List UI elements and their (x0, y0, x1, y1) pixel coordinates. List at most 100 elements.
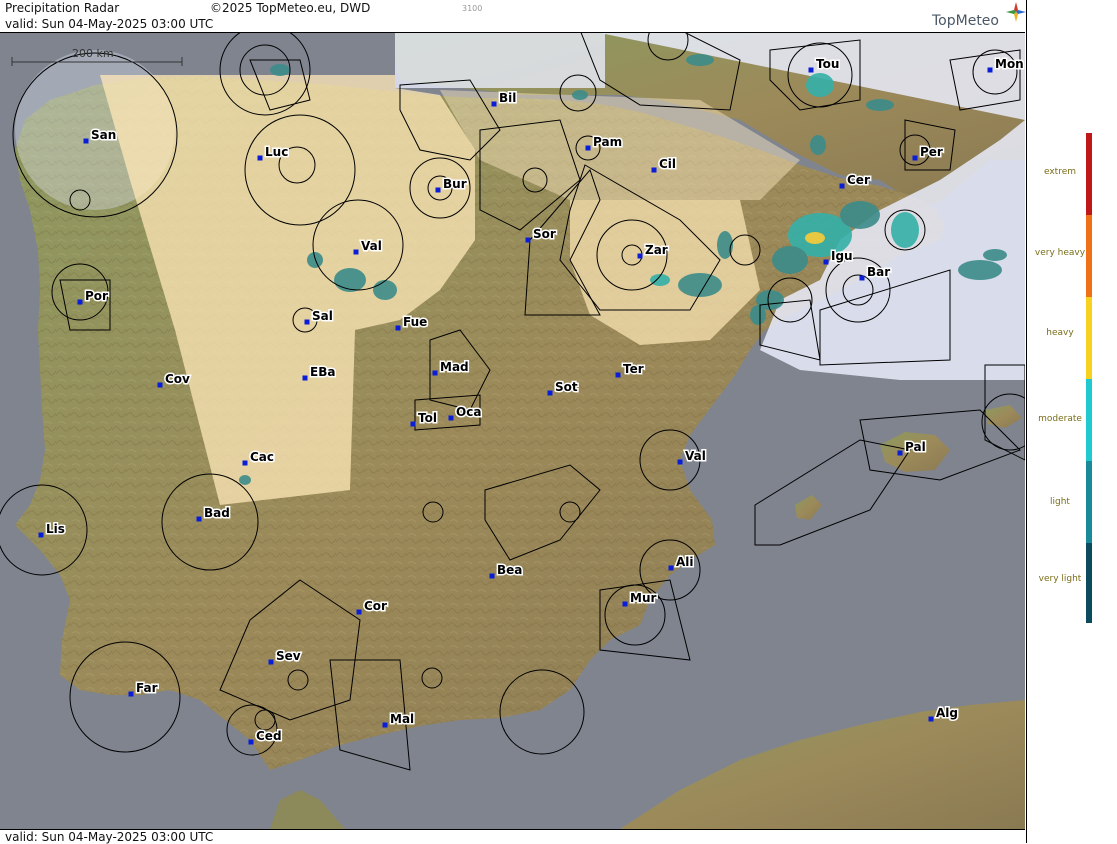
city-label-sor: Sor (533, 227, 556, 241)
station-marker (859, 275, 865, 281)
city-label-cer: Cer (847, 173, 870, 187)
city-label-mon: Mon (995, 57, 1024, 71)
station-marker (622, 601, 628, 607)
station-marker (839, 183, 845, 189)
station-marker (585, 145, 591, 151)
station-marker (128, 691, 134, 697)
station-marker (637, 253, 643, 259)
city-label-ter: Ter (623, 362, 644, 376)
station-marker (651, 167, 657, 173)
city-label-cor: Cor (364, 599, 387, 613)
station-marker (157, 382, 163, 388)
city-label-val: Val (685, 449, 706, 463)
city-label-bea: Bea (497, 563, 522, 577)
city-label-lis: Lis (46, 522, 65, 536)
city-label-bur: Bur (443, 177, 467, 191)
station-marker (823, 259, 829, 265)
city-label-ali: Ali (676, 555, 694, 569)
city-label-zar: Zar (645, 243, 668, 257)
station-marker (448, 415, 454, 421)
city-label-sal: Sal (312, 309, 333, 323)
city-label-val: Val (361, 239, 382, 253)
city-label-fue: Fue (403, 315, 427, 329)
station-marker (615, 372, 621, 378)
city-label-sev: Sev (276, 649, 301, 663)
city-label-eba: EBa (310, 365, 335, 379)
scale-bar-label: 200 km (72, 47, 114, 60)
station-marker (353, 249, 359, 255)
radar-coverage-top (395, 33, 605, 88)
station-marker (302, 375, 308, 381)
legend-label-extrem: extrem (1043, 167, 1077, 177)
city-label-oca: Oca (456, 405, 481, 419)
map-canvas: 200 km SanSanLucLucBilBilPamPamTouTou Mon… (0, 33, 1025, 829)
station-marker (525, 237, 531, 243)
city-label-san: San (91, 128, 116, 142)
brand-logo: TopMeteo (932, 13, 999, 29)
city-label-mad: Mad (440, 360, 469, 374)
map-title: Precipitation Radar (5, 1, 120, 15)
station-marker (435, 187, 441, 193)
city-label-bar: Bar (867, 265, 890, 279)
footer-valid-time: valid: Sun 04-May-2025 03:00 UTC (5, 830, 214, 844)
city-label-sot: Sot (555, 380, 578, 394)
map-code: 3100 (462, 4, 483, 13)
station-marker (808, 67, 814, 73)
city-label-tol: Tol (418, 411, 437, 425)
footer-bar: valid: Sun 04-May-2025 03:00 UTC (0, 829, 1025, 844)
legend-color-bar (1086, 133, 1092, 623)
legend-label-moderate: moderate (1038, 414, 1082, 424)
city-label-cil: Cil (659, 157, 676, 171)
city-label-cov: Cov (165, 372, 190, 386)
station-marker (257, 155, 263, 161)
city-label-bil: Bil (499, 91, 516, 105)
radar-map[interactable]: 200 km San San Luc Luc Bil Bil Pam Pam Tou Tou Mon… (0, 33, 1025, 829)
city-label-pam: Pam (593, 135, 622, 149)
city-label-alg: Alg (936, 706, 958, 720)
station-marker (83, 138, 89, 144)
station-marker (38, 532, 44, 538)
city-label-bad: Bad (204, 506, 230, 520)
station-marker (668, 565, 674, 571)
city-label-mur: Mur (630, 591, 656, 605)
station-marker (432, 370, 438, 376)
city-label-per: Per (920, 145, 943, 159)
city-label-far: Far (136, 681, 158, 695)
legend-label-light: light (1050, 497, 1070, 507)
city-label-por: Por (85, 289, 108, 303)
legend-panel: extrem very heavy heavy moderate light v… (1026, 0, 1117, 843)
legend-label-very-heavy: very heavy (1034, 248, 1086, 258)
station-marker (382, 722, 388, 728)
city-label-luc: Luc (265, 145, 288, 159)
station-marker (987, 67, 993, 73)
station-marker (410, 421, 416, 427)
station-marker (304, 319, 310, 325)
city-label-ced: Ced (256, 729, 282, 743)
station-marker (547, 390, 553, 396)
station-marker (268, 659, 274, 665)
station-marker (677, 459, 683, 465)
station-marker (395, 325, 401, 331)
station-marker (248, 739, 254, 745)
station-marker (897, 450, 903, 456)
legend-label-very-light: very light (1038, 574, 1082, 584)
city-label-cac: Cac (250, 450, 274, 464)
compass-logo-icon (1006, 2, 1026, 22)
header-bar: Precipitation Radar ©2025 TopMeteo.eu, D… (0, 0, 1026, 33)
legend-swatch-heavy (1086, 297, 1092, 379)
station-marker (196, 516, 202, 522)
station-marker (489, 573, 495, 579)
station-marker (77, 299, 83, 305)
station-marker (928, 716, 934, 722)
legend-label-heavy: heavy (1046, 328, 1074, 338)
copyright-text: ©2025 TopMeteo.eu, DWD (210, 1, 371, 15)
city-label-mal: Mal (390, 712, 414, 726)
station-marker (912, 155, 918, 161)
valid-time: valid: Sun 04-May-2025 03:00 UTC (5, 17, 214, 31)
station-marker (242, 460, 248, 466)
city-label-tou: Tou (816, 57, 839, 71)
station-marker (356, 609, 362, 615)
city-label-igu: Igu (831, 249, 853, 263)
city-label-pal: Pal (905, 440, 926, 454)
station-marker (491, 101, 497, 107)
